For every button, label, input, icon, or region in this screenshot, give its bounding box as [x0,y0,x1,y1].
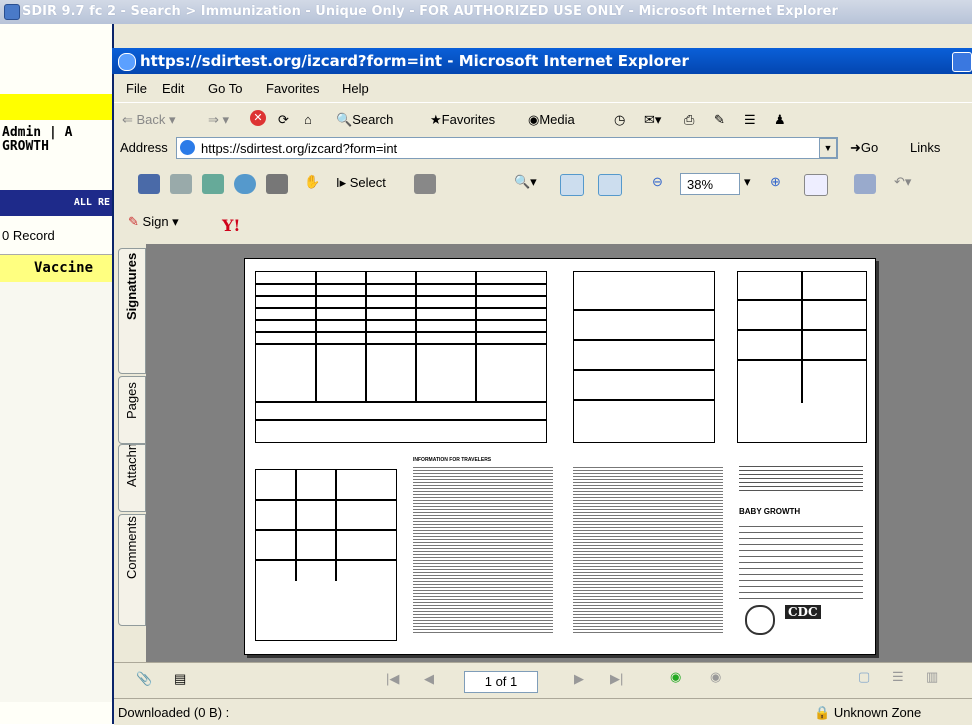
spell-check-icon[interactable] [854,174,876,194]
refresh-icon[interactable]: ⟳ [278,112,289,128]
media-button[interactable]: ◉Media [528,112,575,128]
last-page-icon[interactable]: ▶| [610,671,623,687]
pdf-toolbar: ✋ I▸ Select 🔍▾ ⊖ 38% ▾ ⊕ ↶▾ [114,162,972,207]
menu-file[interactable]: File [126,81,147,96]
continuous-icon[interactable]: ☰ [892,669,904,685]
zoom-level-input[interactable]: 38% [680,173,740,195]
history-icon[interactable]: ◷ [614,112,625,128]
sign-toolbar: ✎ Sign ▾ Y! [114,206,972,245]
cdc-logo: CDC [785,605,821,619]
menu-help[interactable]: Help [342,81,369,96]
tab-pages[interactable]: Pages [118,376,146,444]
favorites-button[interactable]: ★Favorites [430,112,495,128]
previous-page-icon[interactable]: ◀ [424,671,434,687]
zoom-dropdown[interactable]: ▾ [744,174,751,190]
pen-icon: ✎ [128,214,139,229]
ie-titlebar: https://sdirtest.org/izcard?form=int - M… [112,48,972,74]
menu-favorites[interactable]: Favorites [266,81,319,96]
record-count: 0 Record [2,228,55,243]
fit-height-icon[interactable] [560,174,584,196]
side-tabs: Signatures Pages Attachments Comments [114,244,146,662]
certificate-fields [739,521,863,601]
menu-goto[interactable]: Go To [208,81,242,96]
lock-icon: 🔒 [814,705,831,720]
discuss-icon[interactable]: ☰ [744,112,756,128]
next-page-icon[interactable]: ▶ [574,671,584,687]
pdf-navigation-bar: 📎 ▤ |◀ ◀ 1 of 1 ▶ ▶| ◉ ◉ ▢ ☰ ▥ [114,662,972,699]
outer-window-titlebar: SDIR 9.7 fc 2 - Search > Immunization - … [0,0,972,24]
go-back-icon[interactable]: ◉ [670,669,681,685]
forward-button[interactable]: ⇒ ▾ [208,112,229,128]
page-number-input[interactable]: 1 of 1 [464,671,538,693]
background-grid [0,282,112,702]
info-heading: INFORMATION FOR TRAVELERS [413,457,492,463]
save-icon[interactable] [138,174,160,194]
form-table-top-middle [573,271,715,443]
home-icon[interactable]: ⌂ [304,112,312,127]
search-button[interactable]: 🔍Search [336,112,393,128]
address-label: Address [120,140,168,155]
ie-icon [4,4,20,20]
go-button[interactable]: ➜Go [850,140,878,156]
email-icon[interactable] [202,174,224,194]
edit-icon[interactable]: ✎ [714,112,725,128]
stop-icon[interactable]: ✕ [250,110,266,126]
fit-width-icon[interactable] [598,174,622,196]
status-bar: Downloaded (0 B) : 🔒 Unknown Zone [114,698,972,725]
messenger-icon[interactable]: ♟ [774,112,786,128]
page-icon [180,140,195,155]
background-yellow-banner [0,94,112,120]
minimize-button[interactable] [952,52,972,72]
zoom-in-tool-icon[interactable]: 🔍▾ [514,174,537,190]
menu-bar: File Edit Go To Favorites Help [114,74,972,102]
admin-links[interactable]: Admin | A GROWTH [2,126,72,154]
page-options-icon[interactable]: ▤ [174,671,186,687]
mail-icon[interactable]: ✉▾ [644,112,661,128]
web-icon[interactable] [234,174,256,194]
zoom-out-icon[interactable]: ⊖ [652,174,663,190]
hand-tool-icon[interactable]: ✋ [304,174,320,190]
tab-signatures[interactable]: Signatures [118,248,146,374]
tab-comments[interactable]: Comments [118,514,146,626]
ie-icon [118,53,136,71]
sign-button[interactable]: ✎ Sign ▾ [128,214,179,236]
select-tool[interactable]: I▸ Select [336,175,386,191]
rotate-icon[interactable] [804,174,828,196]
outer-window-title: SDIR 9.7 fc 2 - Search > Immunization - … [22,4,838,19]
patient-name: BABY GROWTH [739,507,801,516]
links-button[interactable]: Links [910,140,940,155]
address-dropdown[interactable]: ▼ [819,138,837,158]
info-text-block [413,465,553,635]
hhs-seal-icon [745,605,775,635]
first-page-icon[interactable]: |◀ [386,671,399,687]
yahoo-icon[interactable]: Y! [222,216,240,235]
tab-attachments[interactable]: Attachments [118,444,146,512]
paperclip-icon[interactable]: 📎 [136,671,152,687]
zoom-in-icon[interactable]: ⊕ [770,174,781,190]
undo-icon[interactable]: ↶▾ [894,174,911,190]
form-table-bottom-left [255,469,397,641]
snapshot-icon[interactable] [414,174,436,194]
print-icon[interactable]: ⎙ [684,112,694,128]
vaccine-tab[interactable]: Vaccine [0,254,112,284]
pdf-page: INFORMATION FOR TRAVELERS BABY GROWTH CD… [244,258,876,655]
print-icon[interactable] [170,174,192,194]
certificate-heading [739,463,863,493]
single-page-icon[interactable]: ▢ [858,669,870,685]
menu-edit[interactable]: Edit [162,81,184,96]
background-blue-bar: ALL RE [0,190,112,216]
ie-toolbar: ⇐ Back ▾ ⇒ ▾ ✕ ⟳ ⌂ 🔍Search ★Favorites ◉M… [114,102,972,136]
back-button[interactable]: ⇐ Back ▾ [122,112,176,128]
address-bar: Address https://sdirtest.org/izcard?form… [114,134,972,163]
notes-text-block [573,465,723,635]
find-icon[interactable] [266,174,288,194]
ie-window-title: https://sdirtest.org/izcard?form=int - M… [140,52,689,70]
status-text: Downloaded (0 B) : [118,705,230,720]
security-zone: 🔒 Unknown Zone [814,705,922,720]
facing-icon[interactable]: ▥ [926,669,938,685]
address-input[interactable]: https://sdirtest.org/izcard?form=int ▼ [176,137,838,159]
go-forward-icon[interactable]: ◉ [710,669,721,685]
